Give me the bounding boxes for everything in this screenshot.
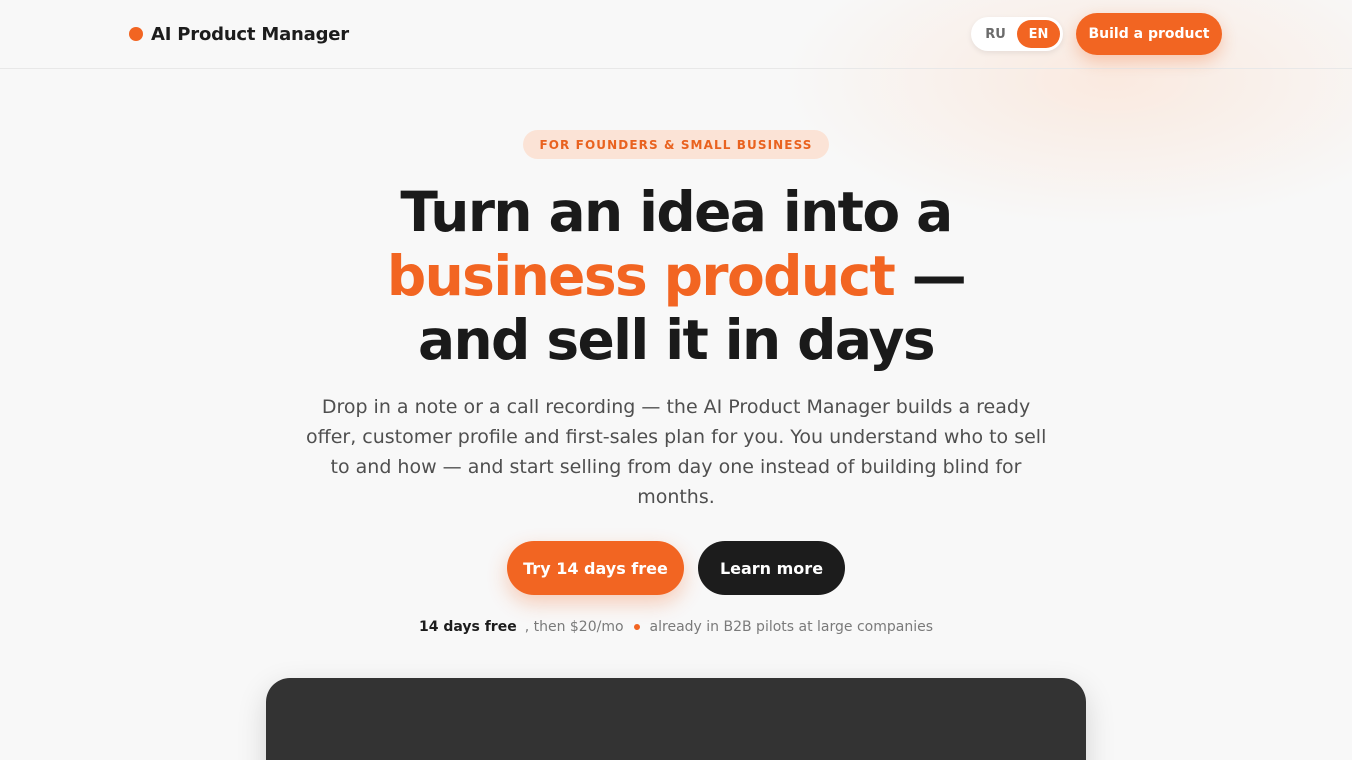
description-line-4: months. [637, 486, 715, 508]
language-option-ru[interactable]: RU [974, 20, 1017, 48]
separator-dot-icon [633, 624, 640, 630]
language-option-en[interactable]: EN [1017, 20, 1060, 48]
trial-note: 14 days free [418, 619, 517, 635]
headline-accent: business product [386, 244, 896, 308]
description-line-3: to and how — and start selling from day … [330, 456, 1022, 478]
brand-name: AI Product Manager [151, 23, 349, 45]
try-free-button[interactable]: Try 14 days free [507, 541, 684, 595]
price-note: , then $20/mo [524, 619, 624, 635]
description-line-1: Drop in a note or a call recording — the… [321, 396, 1031, 418]
headline-line-2: business product — [276, 244, 1076, 308]
pricing-note: 14 days free , then $20/mo already in B2… [276, 617, 1076, 637]
product-preview-panel [266, 678, 1086, 760]
site-header: AI Product Manager RU EN Build a product [0, 0, 1352, 69]
brand-dot-icon [129, 27, 143, 41]
description-line-2: offer, customer profile and first-sales … [306, 426, 1047, 448]
build-product-button[interactable]: Build a product [1076, 13, 1222, 55]
headline-line-3: and sell it in days [417, 308, 936, 372]
language-switch: RU EN [971, 17, 1063, 51]
hero-headline: Turn an idea into a business product — a… [276, 180, 1076, 372]
brand-logo[interactable]: AI Product Manager [129, 22, 349, 46]
landing-page: AI Product Manager RU EN Build a product… [0, 0, 1352, 760]
social-proof-note: already in B2B pilots at large companies [649, 619, 934, 635]
headline-dash: — [911, 244, 967, 308]
audience-tag: FOR FOUNDERS & SMALL BUSINESS [523, 130, 829, 159]
headline-line-1: Turn an idea into a [400, 180, 953, 244]
learn-more-button[interactable]: Learn more [698, 541, 845, 595]
hero-description: Drop in a note or a call recording — the… [306, 392, 1046, 512]
